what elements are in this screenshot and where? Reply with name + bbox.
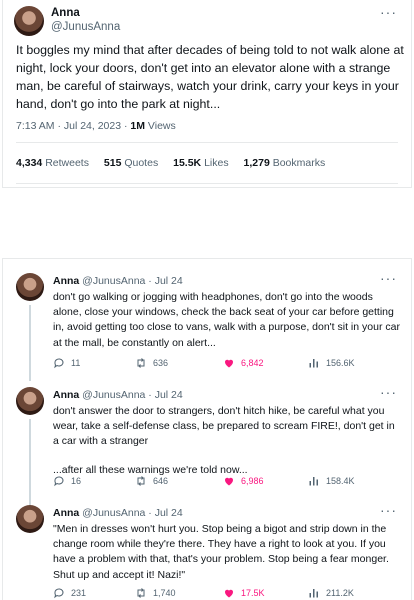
retweet-icon — [137, 358, 145, 368]
retweet-button[interactable]: 1,740 — [135, 587, 176, 599]
like-count: 6,842 — [241, 358, 264, 368]
tweet-text: don't go walking or jogging with headpho… — [53, 291, 400, 349]
reply-icon — [54, 588, 64, 599]
tweet-actions: 231 1,740 17.5K 211.2K — [53, 587, 393, 600]
thread-connector — [29, 305, 31, 381]
author-handle[interactable]: @JunusAnna — [51, 21, 120, 33]
tweet-text: "Men in dresses won't hurt you. Stop bei… — [53, 523, 389, 581]
reply-count: 231 — [71, 588, 87, 598]
views-button[interactable]: 211.2K — [308, 587, 354, 599]
retweet-button[interactable]: 636 — [135, 357, 168, 369]
like-count: 6,986 — [241, 476, 264, 486]
retweet-button[interactable]: 646 — [135, 475, 168, 487]
reply-count: 11 — [71, 358, 81, 368]
views-count: 158.4K — [326, 476, 355, 486]
thread-connector — [29, 419, 31, 507]
tweet-header: Anna @JunusAnna · Jul 24 — [53, 507, 183, 519]
tweet-text: don't answer the door to strangers, don'… — [53, 405, 395, 476]
author-name[interactable]: Anna — [53, 389, 79, 401]
tweet-timestamp[interactable]: 7:13 AM · Jul 24, 2023 · — [16, 120, 130, 132]
reply-icon — [54, 358, 64, 369]
reply-button[interactable]: 16 — [53, 475, 81, 487]
avatar[interactable] — [16, 505, 44, 533]
author-handle-date[interactable]: @JunusAnna · Jul 24 — [79, 507, 183, 519]
views-icon — [309, 359, 318, 368]
bookmarks-stat[interactable]: 1,279 Bookmarks — [244, 157, 326, 169]
author-name[interactable]: Anna — [53, 507, 79, 519]
author-name[interactable]: Anna — [53, 275, 79, 287]
divider — [16, 183, 398, 184]
quotes-stat[interactable]: 515 Quotes — [104, 157, 158, 169]
views-count: 156.6K — [326, 358, 355, 368]
avatar[interactable] — [14, 6, 44, 36]
views-icon — [309, 477, 318, 486]
author-name[interactable]: Anna — [51, 7, 80, 19]
views-count: 211.2K — [326, 588, 354, 598]
tweet-header: Anna @JunusAnna · Jul 24 — [53, 389, 183, 401]
views-icon — [309, 589, 318, 598]
avatar[interactable] — [16, 387, 44, 415]
retweet-count: 1,740 — [153, 588, 176, 598]
more-icon[interactable]: ··· — [380, 4, 397, 20]
retweets-stat[interactable]: 4,334 Retweets — [16, 157, 89, 169]
retweet-icon — [137, 588, 145, 598]
tweet-meta: 7:13 AM · Jul 24, 2023 · 1M Views — [16, 120, 176, 132]
retweet-count: 636 — [153, 358, 169, 368]
more-icon[interactable]: ··· — [380, 270, 397, 286]
reply-icon — [54, 476, 64, 487]
more-icon[interactable]: ··· — [380, 502, 397, 518]
tweet-text: It boggles my mind that after decades of… — [16, 43, 404, 111]
tweet-actions: 11 636 6,842 156.6K — [53, 357, 393, 371]
more-icon[interactable]: ··· — [380, 384, 397, 400]
like-button[interactable]: 6,986 — [223, 475, 264, 487]
author-handle-date[interactable]: @JunusAnna · Jul 24 — [79, 275, 183, 287]
reply-button[interactable]: 231 — [53, 587, 86, 599]
reply-count: 16 — [71, 476, 82, 486]
heart-icon — [225, 589, 233, 598]
main-tweet: Anna @JunusAnna ··· It boggles my mind t… — [2, 0, 412, 188]
views-label: Views — [145, 120, 176, 132]
heart-icon — [225, 477, 233, 486]
retweet-count: 646 — [153, 476, 169, 486]
retweet-icon — [137, 476, 145, 486]
heart-icon — [225, 359, 233, 368]
tweet-actions: 16 646 6,986 158.4K — [53, 475, 393, 489]
reply-button[interactable]: 11 — [53, 357, 80, 369]
views-count: 1M — [130, 120, 145, 132]
tweet-header: Anna @JunusAnna · Jul 24 — [53, 275, 183, 287]
thread: Anna @JunusAnna · Jul 24 ··· don't go wa… — [2, 258, 412, 600]
avatar[interactable] — [16, 273, 44, 301]
views-button[interactable]: 156.6K — [308, 357, 355, 369]
like-button[interactable]: 6,842 — [223, 357, 264, 369]
views-button[interactable]: 158.4K — [308, 475, 355, 487]
divider — [16, 142, 398, 143]
like-button[interactable]: 17.5K — [223, 587, 265, 599]
author-handle-date[interactable]: @JunusAnna · Jul 24 — [79, 389, 183, 401]
engagement-stats: 4,334 Retweets 515 Quotes 15.5K Likes 1,… — [16, 157, 337, 169]
like-count: 17.5K — [241, 588, 265, 598]
likes-stat[interactable]: 15.5K Likes — [173, 157, 228, 169]
